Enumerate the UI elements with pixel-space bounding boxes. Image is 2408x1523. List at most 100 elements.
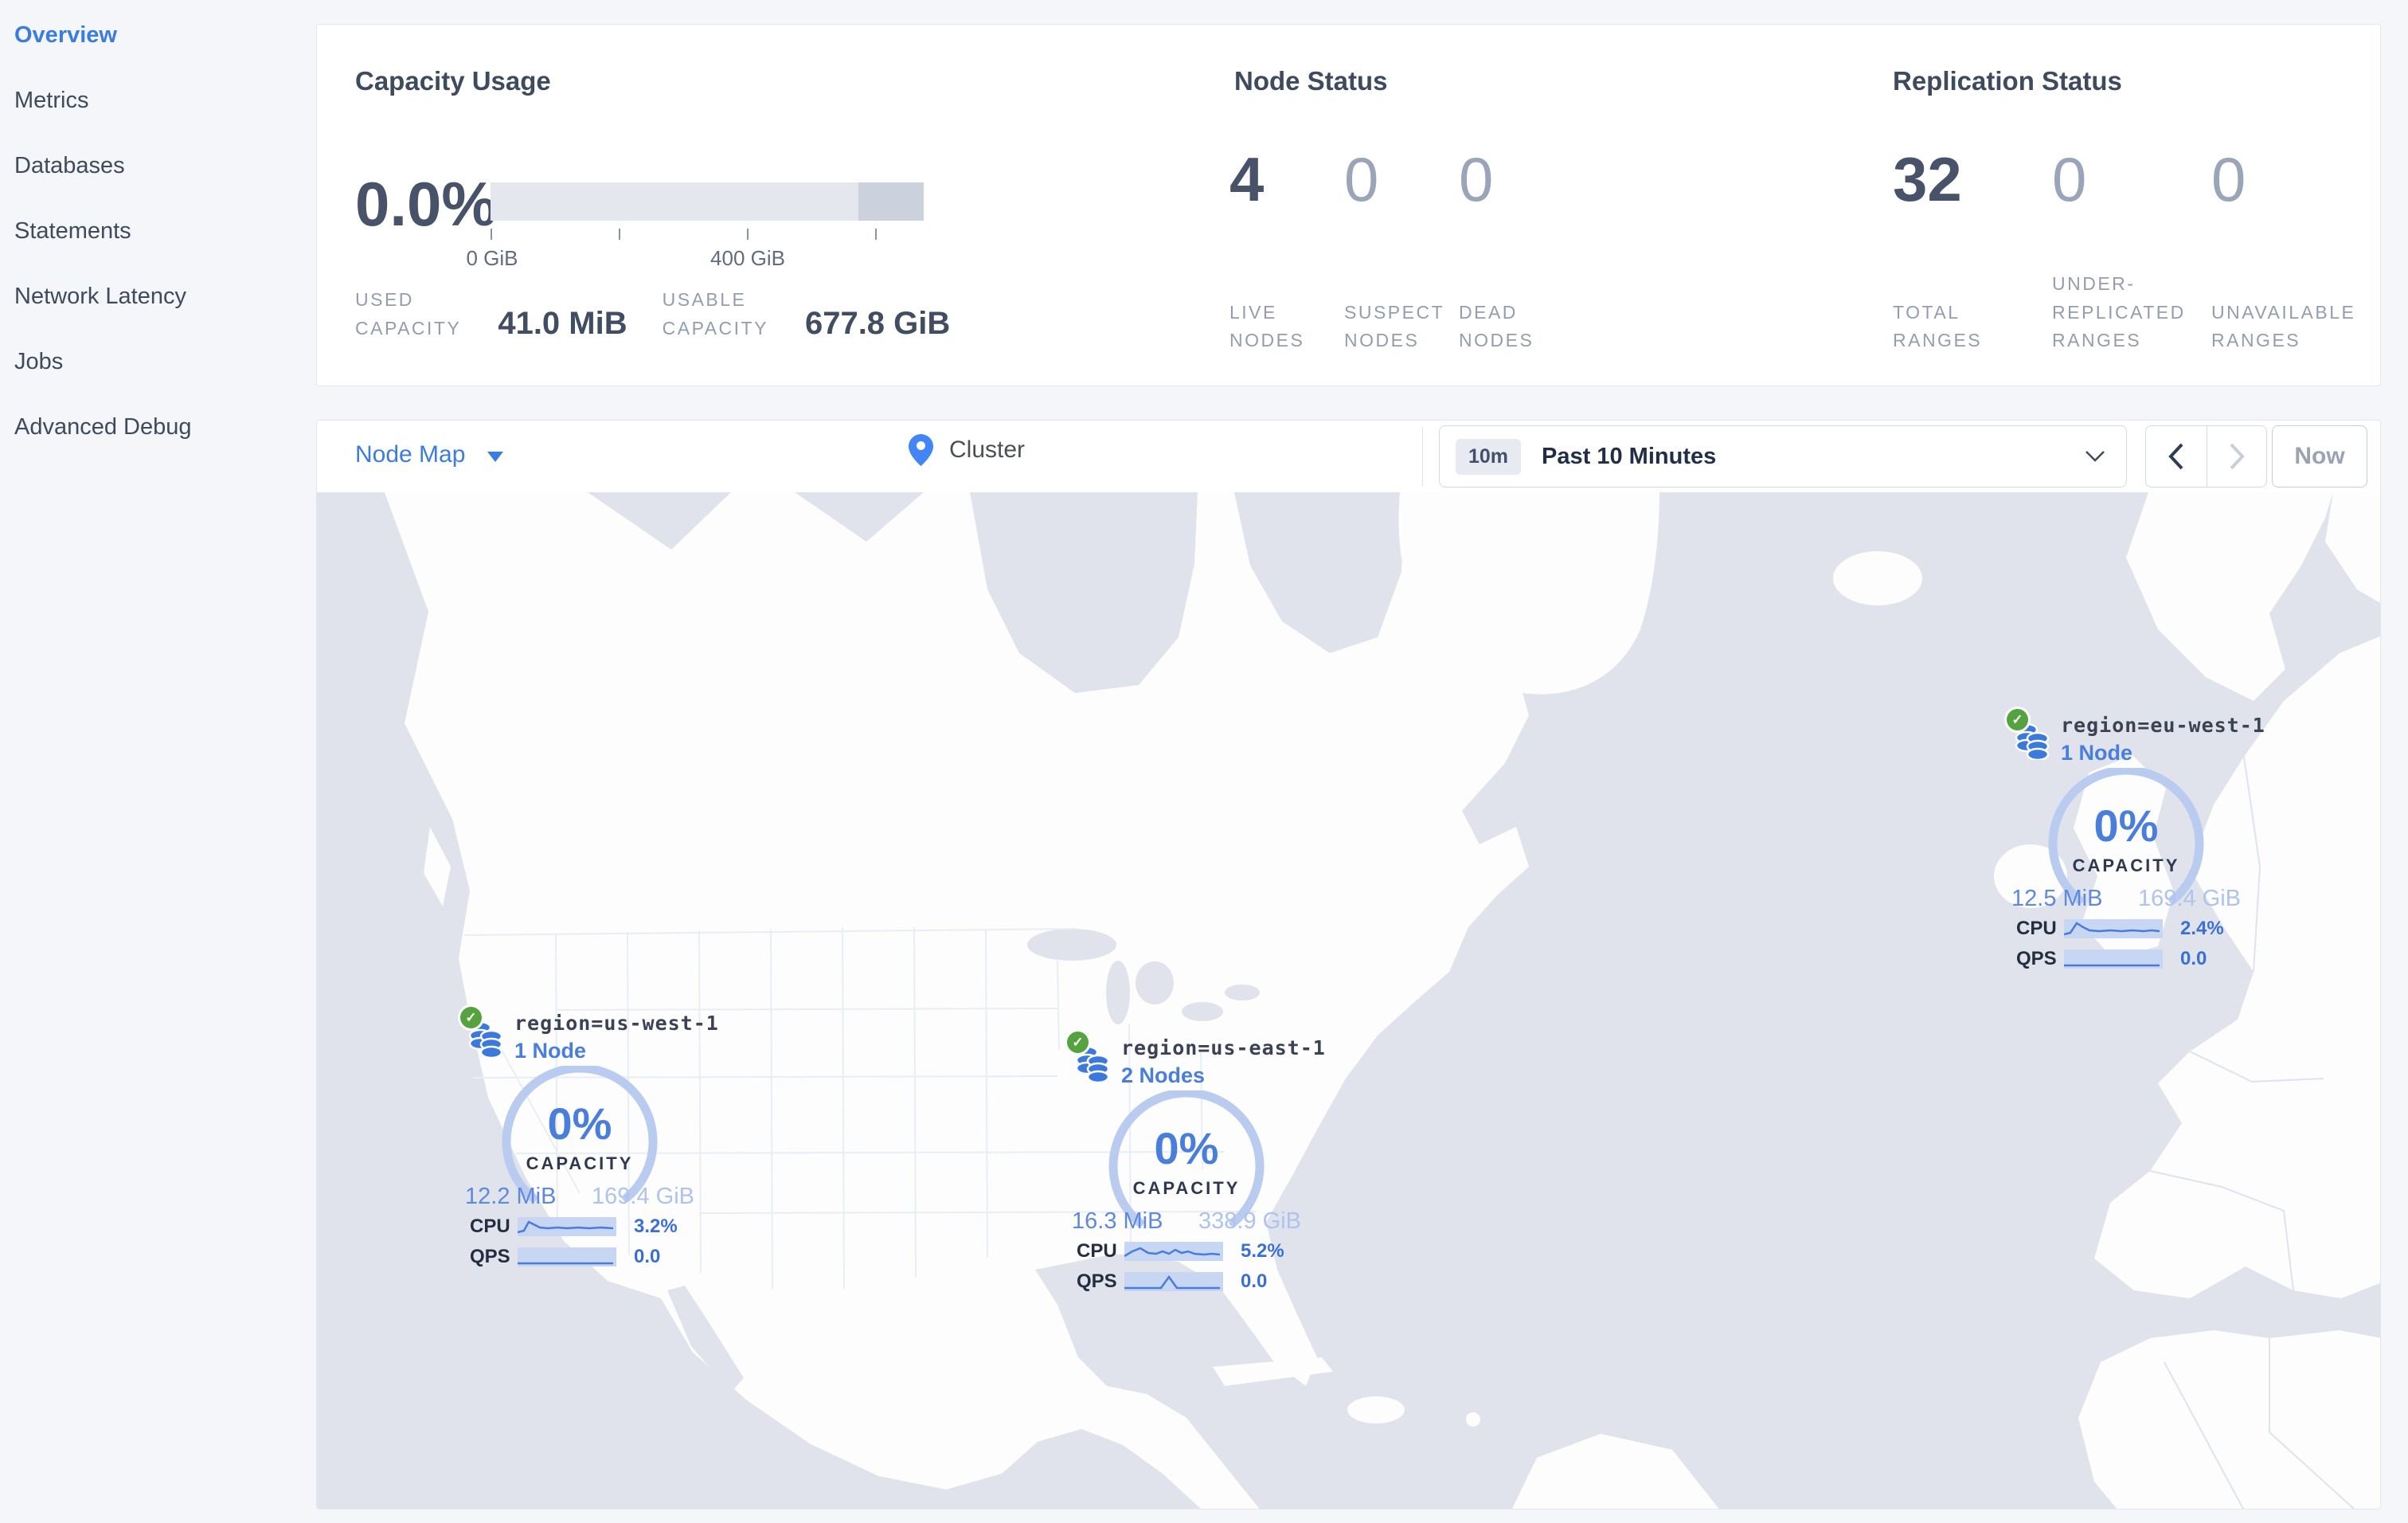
view-mode-dropdown[interactable]: Node Map	[355, 441, 504, 468]
dead-nodes-label: DEAD NODES	[1459, 301, 1534, 351]
used-capacity-label: USED CAPACITY	[355, 289, 462, 339]
gauge-capacity-label: CAPACITY	[2072, 855, 2180, 875]
qps-sparkline	[1124, 1272, 1223, 1291]
map-toolbar: Node Map Cluster 10m Past 10 Minutes Now	[317, 421, 2380, 492]
cluster-summary-panel: Capacity Usage 0.0% 0 GiB 400 GiB USED C…	[316, 24, 2381, 386]
gauge-percent: 0%	[1154, 1123, 1219, 1173]
usable-capacity-value: 677.8 GiB	[804, 306, 951, 342]
time-prev-button[interactable]	[2146, 426, 2207, 487]
healthy-check-icon: ✓	[460, 1007, 482, 1028]
chevron-right-icon	[2230, 443, 2245, 470]
map-geography	[317, 492, 2380, 1509]
region-node-count-link[interactable]: 1 Node	[514, 1039, 586, 1063]
cpu-sparkline	[1124, 1242, 1223, 1261]
region-name: region=us-west-1	[514, 1012, 719, 1035]
region-node-count-link[interactable]: 2 Nodes	[1121, 1063, 1205, 1088]
region-name: region=eu-west-1	[2061, 714, 2265, 737]
capacity-axis-tick	[619, 229, 620, 240]
used-capacity-value: 41.0 MiB	[498, 306, 627, 342]
sidebar-item-jobs[interactable]: Jobs	[0, 339, 316, 405]
sidebar: Overview Metrics Databases Statements Ne…	[0, 0, 316, 1523]
breadcrumb-cluster-label: Cluster	[949, 437, 1026, 463]
capacity-bar-available-segment	[491, 182, 859, 221]
lake	[1182, 1002, 1223, 1021]
chevron-down-icon	[487, 451, 504, 462]
region-marker-us-east-1[interactable]: ✓ region=us-east-1 2 Nodes 0% CAPACITY 1…	[1067, 1032, 1325, 1295]
time-range-dropdown[interactable]: 10m Past 10 Minutes	[1439, 425, 2127, 487]
total-ranges-count: 32	[1893, 144, 1962, 214]
time-range-badge: 10m	[1456, 438, 1522, 475]
cpu-sparkline	[518, 1217, 616, 1236]
region-marker-eu-west-1[interactable]: ✓ region=eu-west-1 1 Node 0% CAPACITY 12…	[2007, 709, 2265, 973]
region-name: region=us-east-1	[1121, 1036, 1326, 1059]
suspect-nodes-count: 0	[1344, 144, 1379, 214]
gauge-capacity-label: CAPACITY	[526, 1153, 634, 1173]
view-mode-label: Node Map	[355, 441, 466, 468]
under-replicated-ranges-count: 0	[2052, 144, 2087, 214]
sidebar-item-advanced-debug[interactable]: Advanced Debug	[0, 405, 316, 470]
dead-nodes-count: 0	[1459, 144, 1494, 214]
map-pin-icon	[909, 434, 933, 466]
cpu-label: CPU	[470, 1216, 510, 1237]
sidebar-item-statements[interactable]: Statements	[0, 209, 316, 274]
gauge-percent: 0%	[2093, 801, 2159, 851]
island-puerto-rico	[1466, 1412, 1480, 1427]
capacity-usage-title: Capacity Usage	[355, 66, 551, 96]
breadcrumb[interactable]: Cluster	[909, 434, 1025, 466]
lake	[1225, 985, 1260, 1000]
lake	[1027, 929, 1116, 961]
gauge-capacity-label: CAPACITY	[1132, 1178, 1241, 1198]
sidebar-item-overview[interactable]: Overview	[0, 13, 316, 78]
qps-sparkline	[2064, 949, 2163, 969]
lake	[1106, 961, 1130, 1024]
replication-status-title: Replication Status	[1893, 66, 2122, 96]
capacity-axis-tick	[747, 229, 749, 240]
region-marker-us-west-1[interactable]: ✓ region=us-west-1 1 Node 0% CAPACITY 12…	[460, 1007, 718, 1270]
toolbar-divider	[1422, 427, 1423, 486]
capacity-bar	[491, 182, 924, 221]
region-header: ✓ region=us-west-1 1 Node	[460, 1007, 718, 1064]
node-status-title: Node Status	[1234, 66, 1388, 96]
now-button[interactable]: Now	[2272, 425, 2367, 487]
region-header: ✓ region=us-east-1 2 Nodes	[1067, 1032, 1325, 1089]
landmass-iceland	[1833, 551, 1922, 605]
live-nodes-label: LIVE NODES	[1229, 301, 1305, 351]
region-total-capacity: 169.4 GiB	[592, 1184, 694, 1209]
gauge-percent: 0%	[547, 1098, 612, 1149]
usable-capacity-label: USABLE CAPACITY	[662, 289, 768, 339]
capacity-axis-label-mid: 400 GiB	[710, 246, 785, 270]
region-total-capacity: 169.4 GiB	[2138, 886, 2241, 911]
cpu-label: CPU	[2016, 918, 2057, 939]
capacity-bar-reserved-segment	[858, 182, 924, 221]
lake	[1136, 961, 1174, 1004]
qps-value: 0.0	[634, 1246, 661, 1267]
capacity-axis-tick	[491, 229, 492, 240]
time-next-button[interactable]	[2206, 426, 2267, 487]
time-pager	[2145, 425, 2267, 487]
healthy-check-icon: ✓	[2007, 709, 2028, 730]
sidebar-item-metrics[interactable]: Metrics	[0, 78, 316, 143]
region-used-capacity: 12.2 MiB	[465, 1184, 557, 1209]
qps-value: 0.0	[1241, 1270, 1268, 1292]
region-header: ✓ region=eu-west-1 1 Node	[2007, 709, 2265, 766]
sidebar-item-network-latency[interactable]: Network Latency	[0, 274, 316, 339]
cpu-value: 5.2%	[1241, 1240, 1284, 1262]
under-replicated-ranges-label: UNDER- REPLICATED RANGES	[2052, 273, 2186, 351]
qps-sparkline	[518, 1247, 616, 1267]
world-map: ✓ region=us-west-1 1 Node 0% CAPACITY 12…	[317, 492, 2380, 1509]
region-total-capacity: 338.9 GiB	[1198, 1208, 1301, 1234]
qps-label: QPS	[2016, 948, 2057, 969]
capacity-percent-value: 0.0%	[355, 169, 497, 239]
sidebar-item-databases[interactable]: Databases	[0, 143, 316, 209]
unavailable-ranges-count: 0	[2211, 144, 2246, 214]
qps-label: QPS	[470, 1246, 510, 1267]
capacity-axis-label-start: 0 GiB	[466, 246, 518, 270]
region-node-count-link[interactable]: 1 Node	[2061, 741, 2132, 765]
region-used-capacity: 16.3 MiB	[1072, 1208, 1163, 1234]
cpu-value: 3.2%	[634, 1216, 678, 1237]
healthy-check-icon: ✓	[1067, 1032, 1089, 1053]
capacity-axis-tick	[875, 229, 877, 240]
qps-value: 0.0	[2180, 948, 2207, 969]
chevron-left-icon	[2168, 443, 2183, 470]
live-nodes-count: 4	[1229, 144, 1265, 214]
